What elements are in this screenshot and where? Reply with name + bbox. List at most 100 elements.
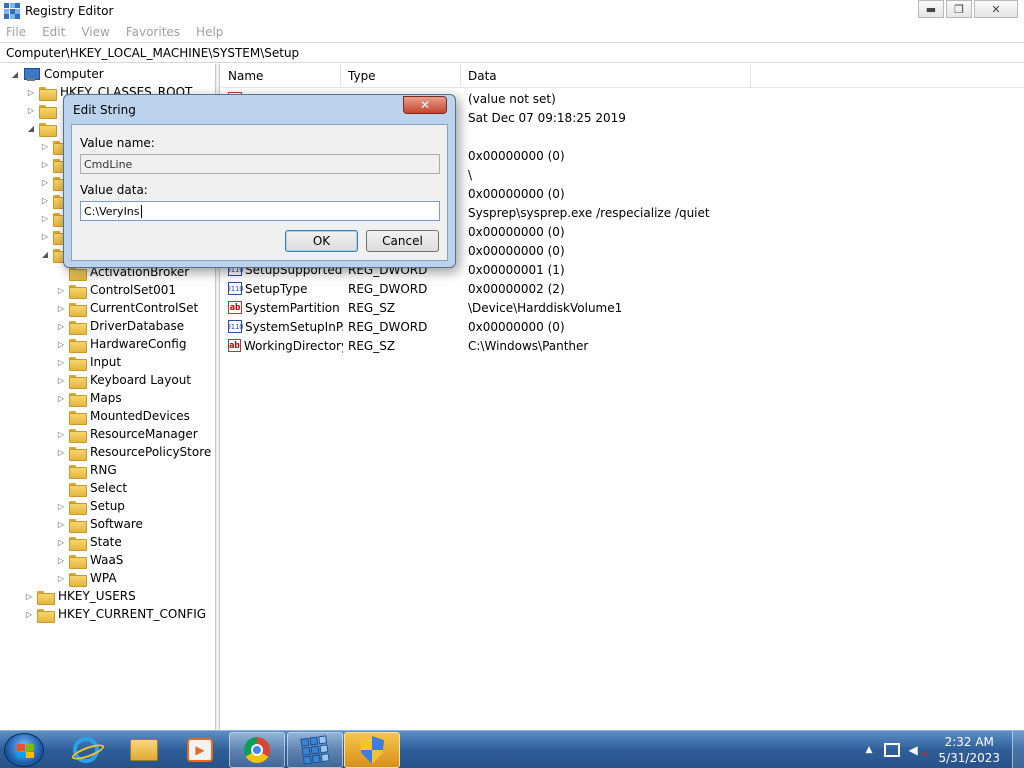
expand-arrow-icon[interactable]: ▷ (40, 160, 50, 169)
menu-edit[interactable]: Edit (40, 25, 67, 39)
close-button[interactable]: ✕ (974, 0, 1018, 18)
collapse-arrow-icon[interactable]: ◢ (26, 124, 36, 133)
tree-node-keyboard-layout[interactable]: ▷ Keyboard Layout (56, 371, 191, 389)
tree-node-software[interactable]: ▷ Software (56, 515, 143, 533)
tree-node-mounteddevices[interactable]: MountedDevices (56, 407, 190, 425)
folder-icon (37, 590, 55, 605)
expand-arrow-icon[interactable]: ▷ (56, 304, 66, 313)
value-data: 0x00000000 (0) (468, 224, 565, 239)
dialog-title: Edit String (73, 103, 136, 117)
expand-arrow-icon[interactable]: ▷ (56, 358, 66, 367)
expand-arrow-icon[interactable]: ▷ (56, 538, 66, 547)
tree-node-hkey-users[interactable]: ▷ HKEY_USERS (24, 587, 136, 605)
tree-node-input[interactable]: ▷ Input (56, 353, 121, 371)
expand-arrow-icon[interactable]: ▷ (56, 502, 66, 511)
menu-view[interactable]: View (79, 25, 111, 39)
tree-node-driverdatabase[interactable]: ▷ DriverDatabase (56, 317, 184, 335)
folder-icon (69, 338, 87, 353)
start-button[interactable] (4, 733, 44, 767)
tree-label: HKEY_USERS (58, 589, 136, 603)
expand-arrow-icon[interactable]: ▷ (56, 394, 66, 403)
tree-node-waas[interactable]: ▷ WaaS (56, 551, 123, 569)
taskbar: ▶ ▲ ◀ 2:32 AM 5/31/2023 (0, 730, 1024, 768)
network-icon[interactable] (884, 743, 901, 757)
expand-arrow-icon[interactable]: ▷ (56, 430, 66, 439)
folder-icon (39, 104, 57, 119)
folder-icon (69, 482, 87, 497)
cancel-button[interactable]: Cancel (366, 230, 439, 252)
expand-arrow-icon[interactable]: ▷ (24, 610, 34, 619)
value-name: SystemSetupInP... (245, 319, 343, 334)
expand-arrow-icon[interactable]: ▷ (40, 214, 50, 223)
tree-label: MountedDevices (90, 409, 190, 423)
table-row[interactable]: ab WorkingDirectory REG_SZ C:\Windows\Panth… (221, 336, 1024, 355)
show-desktop-button[interactable] (1012, 731, 1024, 768)
expand-arrow-icon[interactable]: ▷ (40, 178, 50, 187)
clock[interactable]: 2:32 AM 5/31/2023 (938, 734, 1000, 766)
volume-muted-icon[interactable]: ◀ (908, 743, 928, 760)
expand-arrow-icon[interactable]: ▷ (40, 196, 50, 205)
table-row[interactable]: 0110 SetupType REG_DWORD 0x00000002 (2) (221, 279, 1024, 298)
folder-icon (69, 428, 87, 443)
taskbar-registry-editor[interactable] (287, 732, 343, 768)
taskbar-file-explorer[interactable] (116, 732, 172, 768)
column-header-name[interactable]: Name (221, 64, 341, 88)
taskbar-internet-explorer[interactable] (58, 732, 114, 768)
expand-arrow-icon[interactable]: ▷ (56, 448, 66, 457)
collapse-arrow-icon[interactable]: ◢ (10, 70, 20, 79)
internet-explorer-icon (73, 737, 99, 763)
address-bar[interactable]: Computer\HKEY_LOCAL_MACHINE\SYSTEM\Setup (0, 42, 1024, 63)
minimize-button[interactable]: ▬ (918, 0, 944, 18)
taskbar-security-prompt[interactable] (344, 732, 400, 768)
expand-arrow-icon[interactable]: ▷ (56, 286, 66, 295)
menu-file[interactable]: File (4, 25, 28, 39)
menu-favorites[interactable]: Favorites (124, 25, 182, 39)
table-row[interactable]: 0110 SystemSetupInP... REG_DWORD 0x00000000… (221, 317, 1024, 336)
expand-arrow-icon[interactable]: ▷ (56, 556, 66, 565)
tree-node-resourcepolicystore[interactable]: ▷ ResourcePolicyStore (56, 443, 211, 461)
tree-node-select[interactable]: Select (56, 479, 127, 497)
tree-node-rng[interactable]: RNG (56, 461, 117, 479)
taskbar-chrome[interactable] (229, 732, 285, 768)
expand-arrow-icon[interactable]: ▷ (26, 106, 36, 115)
tree-node-hkey-current-config[interactable]: ▷ HKEY_CURRENT_CONFIG (24, 605, 206, 623)
expand-arrow-icon[interactable]: ▷ (26, 88, 36, 97)
tree-node-maps[interactable]: ▷ Maps (56, 389, 122, 407)
folder-icon (69, 302, 87, 317)
folder-icon (69, 374, 87, 389)
tree-node-partial[interactable]: ▷ (26, 101, 60, 119)
title-bar[interactable]: Registry Editor ▬ ❐ ✕ (0, 0, 1024, 22)
tree-node-controlset001[interactable]: ▷ ControlSet001 (56, 281, 176, 299)
tree-node-state[interactable]: ▷ State (56, 533, 122, 551)
column-header-data[interactable]: Data (461, 64, 751, 88)
expand-arrow-icon[interactable]: ▷ (56, 376, 66, 385)
value-data: 0x00000000 (0) (468, 243, 565, 258)
expand-arrow-icon[interactable]: ▷ (56, 520, 66, 529)
table-row[interactable]: ab SystemPartition REG_SZ \Device\HarddiskV… (221, 298, 1024, 317)
dialog-close-button[interactable]: ✕ (403, 96, 447, 114)
tree-node-setup[interactable]: ▷ Setup (56, 497, 125, 515)
value-name-field: CmdLine (80, 154, 440, 174)
value-data: Sat Dec 07 09:18:25 2019 (468, 110, 626, 125)
tree-node-currentcontrolset[interactable]: ▷ CurrentControlSet (56, 299, 198, 317)
tree-node-computer[interactable]: ◢ Computer (10, 65, 104, 83)
expand-arrow-icon[interactable]: ▷ (56, 340, 66, 349)
expand-arrow-icon[interactable]: ▷ (40, 232, 50, 241)
tree-node-wpa[interactable]: ▷ WPA (56, 569, 117, 587)
tree-node-resourcemanager[interactable]: ▷ ResourceManager (56, 425, 198, 443)
value-data-input[interactable]: C:\VeryIns (80, 201, 440, 221)
tree-node-partial[interactable]: ◢ (26, 119, 60, 137)
show-hidden-icons-icon[interactable]: ▲ (866, 745, 873, 755)
menu-help[interactable]: Help (194, 25, 225, 39)
registry-editor-icon (300, 735, 330, 765)
taskbar-media-player[interactable]: ▶ (172, 732, 228, 768)
collapse-arrow-icon[interactable]: ◢ (40, 250, 50, 259)
tree-node-hardwareconfig[interactable]: ▷ HardwareConfig (56, 335, 186, 353)
expand-arrow-icon[interactable]: ▷ (56, 574, 66, 583)
expand-arrow-icon[interactable]: ▷ (56, 322, 66, 331)
maximize-button[interactable]: ❐ (946, 0, 972, 18)
column-header-type[interactable]: Type (341, 64, 461, 88)
ok-button[interactable]: OK (285, 230, 358, 252)
expand-arrow-icon[interactable]: ▷ (24, 592, 34, 601)
expand-arrow-icon[interactable]: ▷ (40, 142, 50, 151)
